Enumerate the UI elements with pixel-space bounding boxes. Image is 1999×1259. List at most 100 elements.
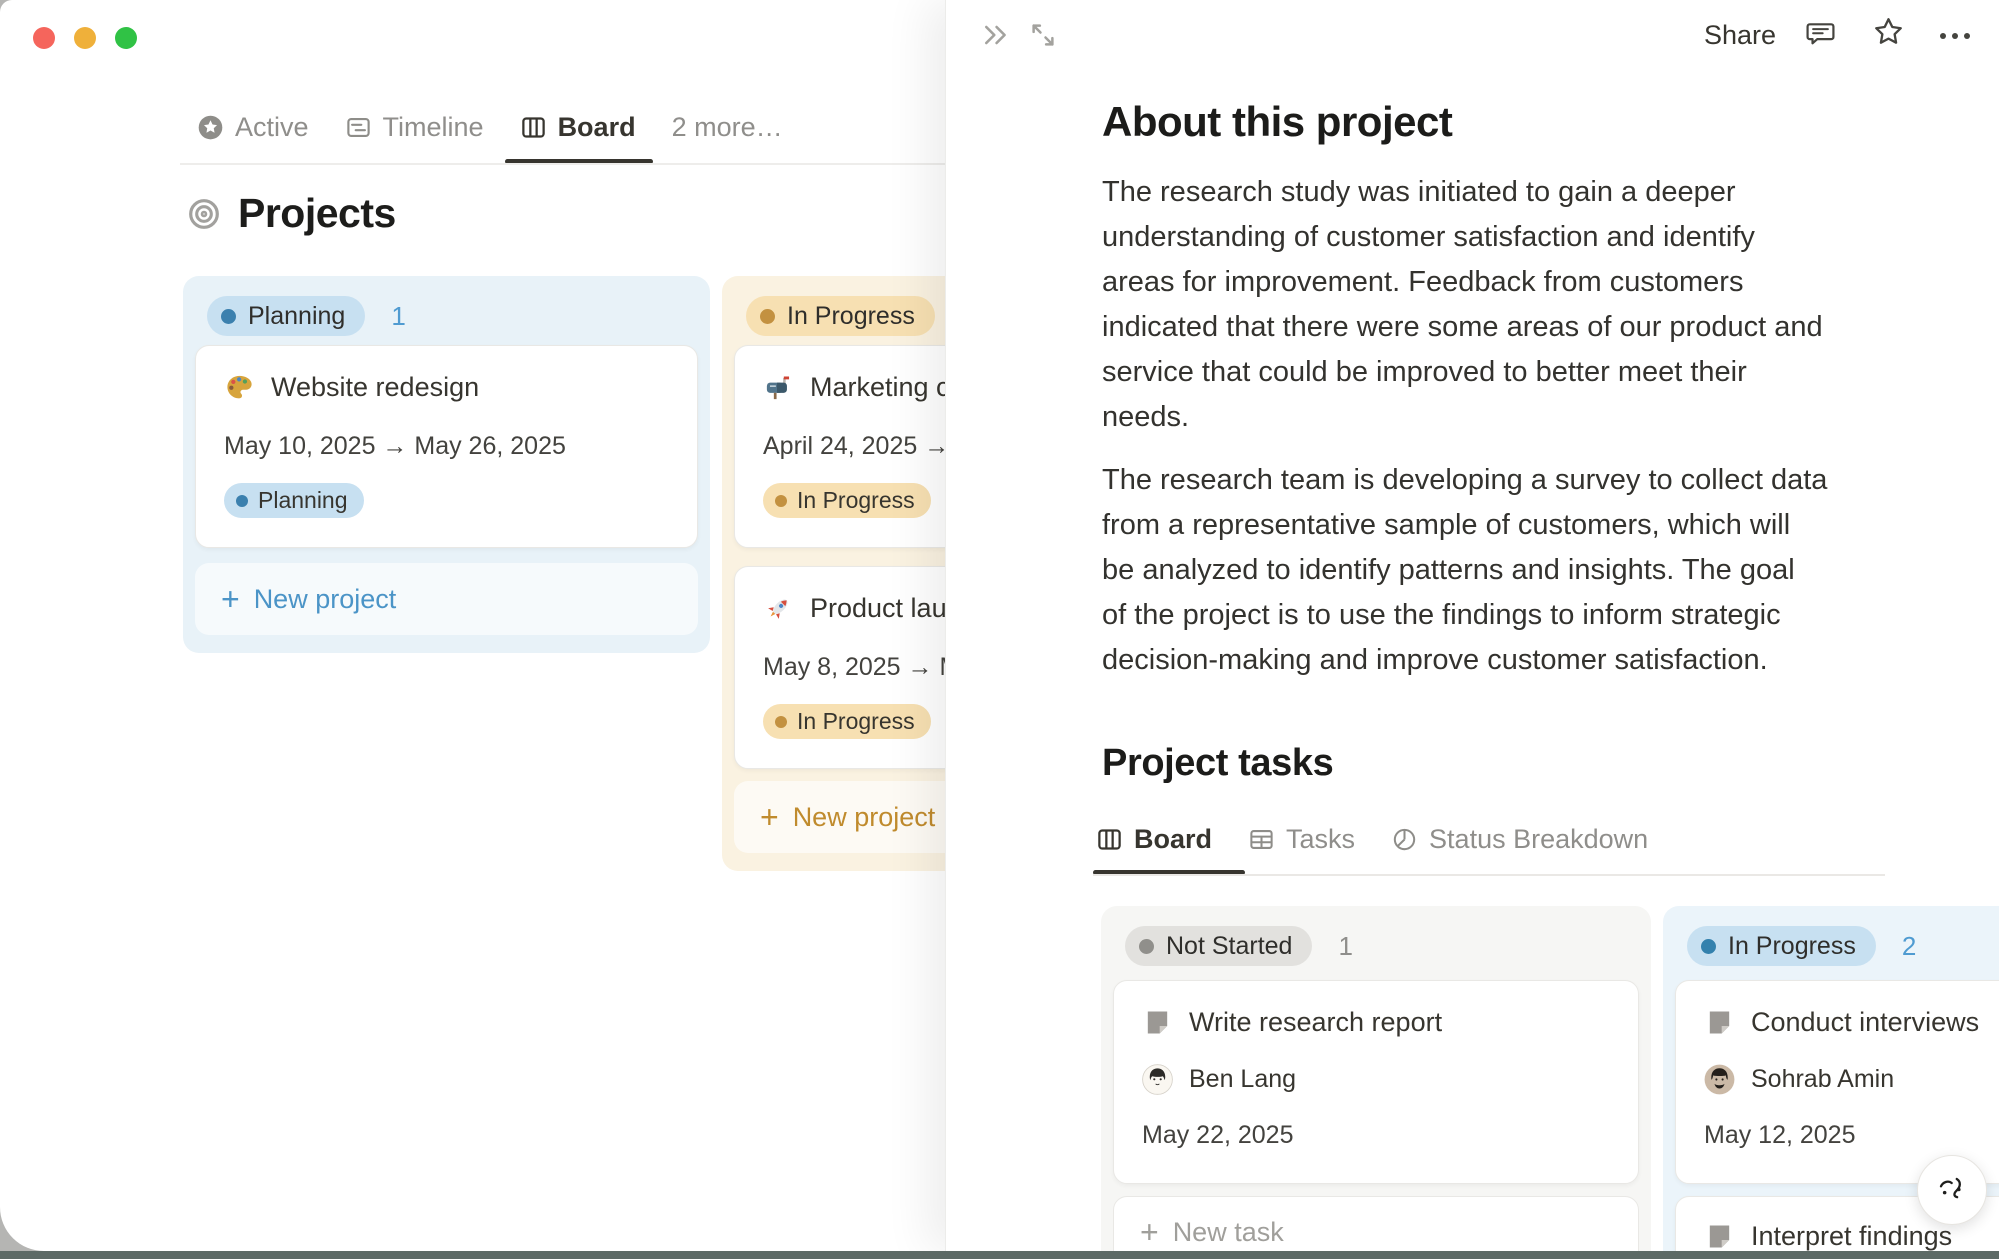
minimize-window-button[interactable] (74, 27, 96, 49)
card-title: Interpret findings (1751, 1221, 1952, 1252)
status-pill-not-started[interactable]: Not Started (1125, 926, 1312, 966)
page-icon (1704, 1007, 1735, 1038)
status-dot (775, 716, 787, 728)
comments-button[interactable] (1804, 17, 1837, 50)
status-dot (775, 495, 787, 507)
assignee-row: Ben Lang (1142, 1063, 1610, 1095)
rocket-icon (763, 593, 794, 624)
status-dot (236, 495, 248, 507)
task-card-write-research-report[interactable]: Write research report Ben Lang May 22, 2… (1113, 980, 1639, 1184)
tab-active-view[interactable]: Active (197, 112, 309, 143)
card-title: Website redesign (271, 372, 479, 403)
tab-board-view[interactable]: Board (520, 112, 636, 143)
double-chevron-right-icon (980, 20, 1012, 50)
palette-icon (224, 372, 255, 403)
board-column-planning: Planning 1 Website redesign May 10, 2025… (183, 276, 710, 653)
status-label: In Progress (787, 302, 915, 331)
plus-icon: + (1140, 1216, 1159, 1248)
card-status-badge: Planning (224, 483, 364, 518)
about-heading: About this project (1102, 98, 1452, 146)
about-paragraph-2: The research team is developing a survey… (1102, 458, 1827, 683)
tab-status-breakdown[interactable]: Status Breakdown (1391, 824, 1648, 855)
tab-label: 2 more… (672, 112, 783, 143)
card-title: Conduct interviews (1751, 1007, 1979, 1038)
column-header: Planning 1 (183, 276, 710, 336)
timeline-icon (345, 114, 372, 141)
pie-chart-icon (1391, 826, 1418, 853)
side-peek-panel: Share About this project The research st… (945, 0, 1999, 1251)
ellipsis-icon (1938, 30, 1972, 42)
new-project-button[interactable]: + New project (195, 563, 698, 635)
tab-label: Timeline (383, 112, 484, 143)
status-dot (1701, 939, 1716, 954)
column-header: Not Started 1 (1101, 906, 1651, 966)
more-options-button[interactable] (1938, 30, 1972, 42)
screen-bottom-edge (0, 1251, 1999, 1259)
notion-ai-button[interactable] (1917, 1155, 1987, 1225)
tab-more-views[interactable]: 2 more… (672, 112, 783, 143)
card-dates: May 10, 2025 → May 26, 2025 (224, 432, 669, 461)
column-header: In Progress 2 (1663, 906, 1999, 966)
page-title-text: Projects (238, 190, 396, 237)
status-pill-planning[interactable]: Planning (207, 296, 365, 336)
close-window-button[interactable] (33, 27, 55, 49)
column-count: 1 (1338, 931, 1352, 962)
tasks-view-tabs: Board Tasks Status Breakdown (1096, 824, 1648, 855)
column-count: 2 (1902, 931, 1916, 962)
favorite-button[interactable] (1871, 14, 1906, 49)
tab-divider (180, 163, 945, 165)
project-card-website-redesign[interactable]: Website redesign May 10, 2025 → May 26, … (195, 345, 698, 548)
tab-label: Board (558, 112, 636, 143)
status-pill-in-progress[interactable]: In Progress (746, 296, 935, 336)
tab-tasks-board[interactable]: Board (1096, 824, 1212, 855)
page-icon (1704, 1221, 1735, 1252)
card-date: May 22, 2025 (1142, 1121, 1610, 1150)
expand-diagonal-icon (1028, 20, 1058, 50)
tab-divider (1093, 874, 1885, 876)
tab-label: Board (1134, 824, 1212, 855)
tab-label: Tasks (1286, 824, 1355, 855)
page-title: Projects (188, 190, 396, 237)
board-icon (520, 114, 547, 141)
status-pill-in-progress[interactable]: In Progress (1687, 926, 1876, 966)
target-icon (188, 198, 220, 230)
new-task-button[interactable]: + New task (1113, 1196, 1639, 1251)
app-window: Active Timeline Board 2 more… (0, 0, 1999, 1251)
board-icon (1096, 826, 1123, 853)
card-status-badge: In Progress (763, 704, 931, 739)
star-circle-icon (197, 114, 224, 141)
status-dot (760, 309, 775, 324)
assignee-name: Ben Lang (1189, 1065, 1296, 1094)
zoom-window-button[interactable] (115, 27, 137, 49)
card-title: Marketing c (810, 372, 950, 403)
card-status-badge: In Progress (763, 483, 931, 518)
assignee-row: Sohrab Amin (1704, 1063, 1999, 1095)
tab-label: Active (235, 112, 309, 143)
tasks-heading: Project tasks (1102, 742, 1333, 785)
status-dot (1139, 939, 1154, 954)
column-count: 1 (391, 301, 405, 332)
comment-bubble-icon (1804, 17, 1837, 50)
avatar-ben-lang (1142, 1064, 1173, 1095)
tab-timeline-view[interactable]: Timeline (345, 112, 484, 143)
ai-face-icon (1931, 1169, 1973, 1211)
task-column-not-started: Not Started 1 Write research report (1101, 906, 1651, 1251)
screen: Active Timeline Board 2 more… (0, 0, 1999, 1259)
open-full-page-button[interactable] (1028, 20, 1058, 50)
close-peek-button[interactable] (980, 20, 1012, 50)
tab-tasks-table[interactable]: Tasks (1248, 824, 1355, 855)
task-card-conduct-interviews[interactable]: Conduct interviews Sohrab Amin May 12, 2… (1675, 980, 1999, 1184)
view-tabs: Active Timeline Board 2 more… (197, 112, 783, 143)
avatar-sohrab-amin (1704, 1064, 1735, 1095)
share-button[interactable]: Share (1704, 20, 1776, 51)
status-label: Planning (248, 302, 345, 331)
card-title: Write research report (1189, 1007, 1442, 1038)
table-icon (1248, 826, 1275, 853)
tab-label: Status Breakdown (1429, 824, 1648, 855)
assignee-name: Sohrab Amin (1751, 1065, 1894, 1094)
card-date: May 12, 2025 (1704, 1121, 1999, 1150)
plus-icon: + (760, 801, 779, 833)
status-label: In Progress (1728, 932, 1856, 961)
star-icon (1871, 14, 1906, 49)
card-title: Product lau (810, 593, 947, 624)
